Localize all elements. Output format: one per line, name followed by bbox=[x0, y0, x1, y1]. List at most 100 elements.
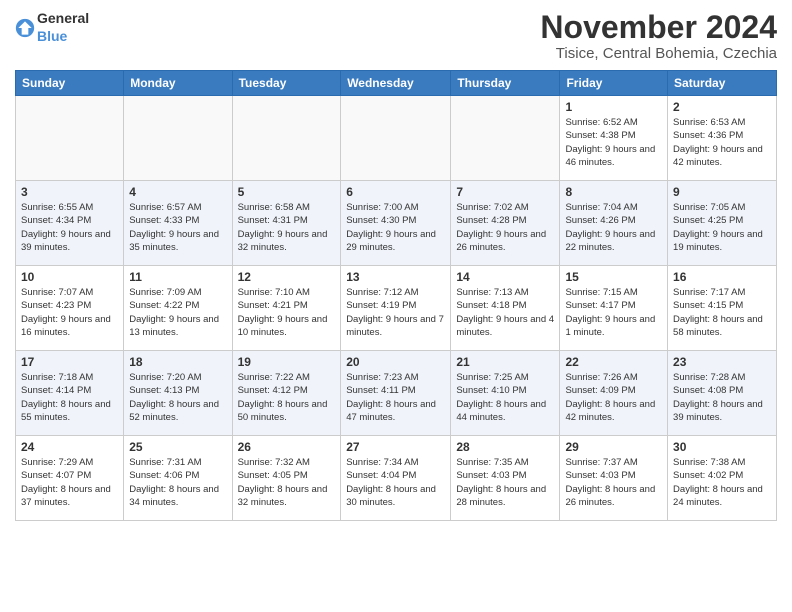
title-section: November 2024 Tisice, Central Bohemia, C… bbox=[540, 10, 777, 62]
day-number: 9 bbox=[673, 185, 771, 199]
day-number: 6 bbox=[346, 185, 445, 199]
day-number: 30 bbox=[673, 440, 771, 454]
day-cell bbox=[451, 96, 560, 181]
day-info: Sunrise: 7:02 AM Sunset: 4:28 PM Dayligh… bbox=[456, 201, 554, 254]
day-cell: 24 Sunrise: 7:29 AM Sunset: 4:07 PM Dayli… bbox=[16, 436, 124, 521]
day-info: Sunrise: 7:05 AM Sunset: 4:25 PM Dayligh… bbox=[673, 201, 771, 254]
day-info: Sunrise: 7:29 AM Sunset: 4:07 PM Dayligh… bbox=[21, 456, 118, 509]
day-info: Sunrise: 7:04 AM Sunset: 4:26 PM Dayligh… bbox=[565, 201, 662, 254]
day-cell: 13 Sunrise: 7:12 AM Sunset: 4:19 PM Dayli… bbox=[341, 266, 451, 351]
week-row-5: 24 Sunrise: 7:29 AM Sunset: 4:07 PM Dayli… bbox=[16, 436, 777, 521]
day-info: Sunrise: 7:31 AM Sunset: 4:06 PM Dayligh… bbox=[129, 456, 226, 509]
day-info: Sunrise: 7:17 AM Sunset: 4:15 PM Dayligh… bbox=[673, 286, 771, 339]
week-row-1: 1 Sunrise: 6:52 AM Sunset: 4:38 PM Daylig… bbox=[16, 96, 777, 181]
day-number: 23 bbox=[673, 355, 771, 369]
day-info: Sunrise: 7:00 AM Sunset: 4:30 PM Dayligh… bbox=[346, 201, 445, 254]
day-cell: 12 Sunrise: 7:10 AM Sunset: 4:21 PM Dayli… bbox=[232, 266, 341, 351]
day-number: 4 bbox=[129, 185, 226, 199]
day-number: 24 bbox=[21, 440, 118, 454]
day-cell bbox=[232, 96, 341, 181]
week-row-2: 3 Sunrise: 6:55 AM Sunset: 4:34 PM Daylig… bbox=[16, 181, 777, 266]
day-cell: 27 Sunrise: 7:34 AM Sunset: 4:04 PM Dayli… bbox=[341, 436, 451, 521]
day-header-friday: Friday bbox=[560, 71, 668, 96]
logo: General Blue bbox=[15, 10, 89, 46]
day-cell: 16 Sunrise: 7:17 AM Sunset: 4:15 PM Dayli… bbox=[668, 266, 777, 351]
day-number: 15 bbox=[565, 270, 662, 284]
day-number: 27 bbox=[346, 440, 445, 454]
day-cell: 11Sunrise: 7:09 AM Sunset: 4:22 PM Dayli… bbox=[124, 266, 232, 351]
day-header-tuesday: Tuesday bbox=[232, 71, 341, 96]
day-number: 16 bbox=[673, 270, 771, 284]
day-info: Sunrise: 6:52 AM Sunset: 4:38 PM Dayligh… bbox=[565, 116, 662, 169]
day-header-saturday: Saturday bbox=[668, 71, 777, 96]
day-cell: 3 Sunrise: 6:55 AM Sunset: 4:34 PM Daylig… bbox=[16, 181, 124, 266]
day-number: 13 bbox=[346, 270, 445, 284]
day-number: 12 bbox=[238, 270, 336, 284]
day-number: 8 bbox=[565, 185, 662, 199]
day-number: 21 bbox=[456, 355, 554, 369]
day-info: Sunrise: 7:28 AM Sunset: 4:08 PM Dayligh… bbox=[673, 371, 771, 424]
day-info: Sunrise: 7:22 AM Sunset: 4:12 PM Dayligh… bbox=[238, 371, 336, 424]
day-cell: 9 Sunrise: 7:05 AM Sunset: 4:25 PM Daylig… bbox=[668, 181, 777, 266]
day-number: 2 bbox=[673, 100, 771, 114]
day-header-sunday: Sunday bbox=[16, 71, 124, 96]
day-cell: 29Sunrise: 7:37 AM Sunset: 4:03 PM Dayli… bbox=[560, 436, 668, 521]
day-cell: 5 Sunrise: 6:58 AM Sunset: 4:31 PM Daylig… bbox=[232, 181, 341, 266]
day-number: 3 bbox=[21, 185, 118, 199]
day-cell: 22 Sunrise: 7:26 AM Sunset: 4:09 PM Dayli… bbox=[560, 351, 668, 436]
day-info: Sunrise: 6:58 AM Sunset: 4:31 PM Dayligh… bbox=[238, 201, 336, 254]
day-info: Sunrise: 7:38 AM Sunset: 4:02 PM Dayligh… bbox=[673, 456, 771, 509]
day-info: Sunrise: 6:55 AM Sunset: 4:34 PM Dayligh… bbox=[21, 201, 118, 254]
day-cell: 17 Sunrise: 7:18 AM Sunset: 4:14 PM Dayli… bbox=[16, 351, 124, 436]
month-title: November 2024 bbox=[540, 10, 777, 45]
logo-text-blue: Blue bbox=[37, 28, 67, 44]
day-cell bbox=[124, 96, 232, 181]
day-number: 25 bbox=[129, 440, 226, 454]
day-number: 7 bbox=[456, 185, 554, 199]
week-row-3: 10 Sunrise: 7:07 AM Sunset: 4:23 PM Dayli… bbox=[16, 266, 777, 351]
day-cell: 23 Sunrise: 7:28 AM Sunset: 4:08 PM Dayli… bbox=[668, 351, 777, 436]
day-header-thursday: Thursday bbox=[451, 71, 560, 96]
day-number: 17 bbox=[21, 355, 118, 369]
calendar-table: SundayMondayTuesdayWednesdayThursdayFrid… bbox=[15, 70, 777, 521]
day-cell: 10 Sunrise: 7:07 AM Sunset: 4:23 PM Dayli… bbox=[16, 266, 124, 351]
day-info: Sunrise: 7:20 AM Sunset: 4:13 PM Dayligh… bbox=[129, 371, 226, 424]
day-info: Sunrise: 7:10 AM Sunset: 4:21 PM Dayligh… bbox=[238, 286, 336, 339]
day-number: 1 bbox=[565, 100, 662, 114]
day-cell bbox=[16, 96, 124, 181]
day-info: Sunrise: 7:34 AM Sunset: 4:04 PM Dayligh… bbox=[346, 456, 445, 509]
calendar-header-row: SundayMondayTuesdayWednesdayThursdayFrid… bbox=[16, 71, 777, 96]
day-cell: 26 Sunrise: 7:32 AM Sunset: 4:05 PM Dayli… bbox=[232, 436, 341, 521]
day-cell: 14Sunrise: 7:13 AM Sunset: 4:18 PM Dayli… bbox=[451, 266, 560, 351]
day-header-wednesday: Wednesday bbox=[341, 71, 451, 96]
day-number: 26 bbox=[238, 440, 336, 454]
day-number: 20 bbox=[346, 355, 445, 369]
day-info: Sunrise: 7:32 AM Sunset: 4:05 PM Dayligh… bbox=[238, 456, 336, 509]
day-cell: 28Sunrise: 7:35 AM Sunset: 4:03 PM Dayli… bbox=[451, 436, 560, 521]
day-number: 22 bbox=[565, 355, 662, 369]
day-info: Sunrise: 6:53 AM Sunset: 4:36 PM Dayligh… bbox=[673, 116, 771, 169]
day-number: 5 bbox=[238, 185, 336, 199]
day-info: Sunrise: 7:25 AM Sunset: 4:10 PM Dayligh… bbox=[456, 371, 554, 424]
day-number: 18 bbox=[129, 355, 226, 369]
day-info: Sunrise: 6:57 AM Sunset: 4:33 PM Dayligh… bbox=[129, 201, 226, 254]
day-number: 10 bbox=[21, 270, 118, 284]
day-cell: 2 Sunrise: 6:53 AM Sunset: 4:36 PM Daylig… bbox=[668, 96, 777, 181]
day-info: Sunrise: 7:15 AM Sunset: 4:17 PM Dayligh… bbox=[565, 286, 662, 339]
day-number: 14 bbox=[456, 270, 554, 284]
day-info: Sunrise: 7:12 AM Sunset: 4:19 PM Dayligh… bbox=[346, 286, 445, 339]
location-title: Tisice, Central Bohemia, Czechia bbox=[540, 45, 777, 62]
day-info: Sunrise: 7:07 AM Sunset: 4:23 PM Dayligh… bbox=[21, 286, 118, 339]
day-info: Sunrise: 7:37 AM Sunset: 4:03 PM Dayligh… bbox=[565, 456, 662, 509]
day-cell: 6 Sunrise: 7:00 AM Sunset: 4:30 PM Daylig… bbox=[341, 181, 451, 266]
day-info: Sunrise: 7:18 AM Sunset: 4:14 PM Dayligh… bbox=[21, 371, 118, 424]
day-cell: 8 Sunrise: 7:04 AM Sunset: 4:26 PM Daylig… bbox=[560, 181, 668, 266]
day-cell: 18 Sunrise: 7:20 AM Sunset: 4:13 PM Dayli… bbox=[124, 351, 232, 436]
day-info: Sunrise: 7:09 AM Sunset: 4:22 PM Dayligh… bbox=[129, 286, 226, 339]
day-cell: 20Sunrise: 7:23 AM Sunset: 4:11 PM Dayli… bbox=[341, 351, 451, 436]
page-header: General Blue November 2024 Tisice, Centr… bbox=[15, 10, 777, 62]
day-cell bbox=[341, 96, 451, 181]
day-info: Sunrise: 7:26 AM Sunset: 4:09 PM Dayligh… bbox=[565, 371, 662, 424]
logo-icon bbox=[15, 18, 35, 38]
day-number: 19 bbox=[238, 355, 336, 369]
